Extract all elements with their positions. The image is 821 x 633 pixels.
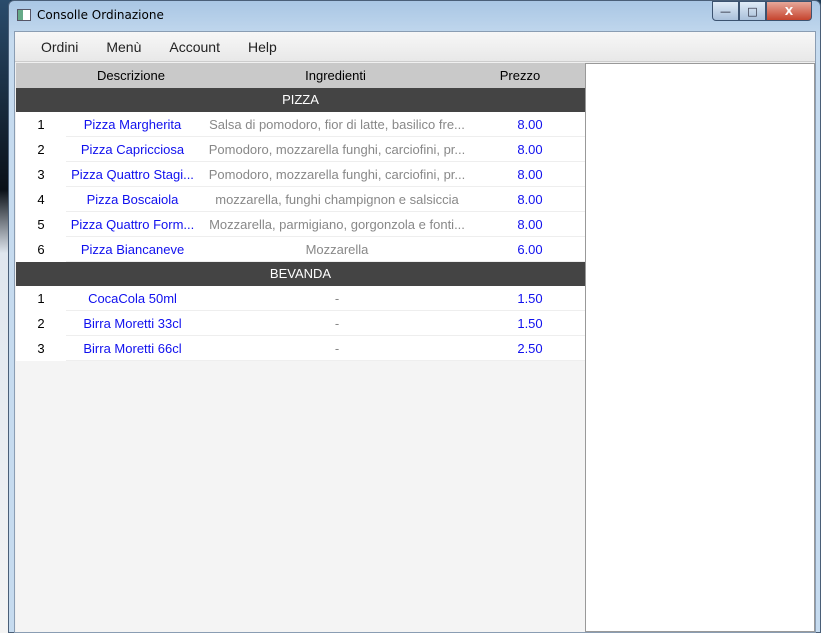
item-price: 1.50 xyxy=(475,286,585,311)
item-name: Birra Moretti 33cl xyxy=(66,311,199,336)
table-row[interactable]: 4 Pizza Boscaiola mozzarella, funghi champ… xyxy=(16,187,585,212)
table-row[interactable]: 6 Pizza Biancaneve Mozzarella 6.00 xyxy=(16,237,585,262)
item-ingredients: - xyxy=(199,336,475,361)
table-row[interactable]: 2 Pizza Capricciosa Pomodoro, mozzarella f… xyxy=(16,137,585,162)
item-index: 5 xyxy=(37,217,45,232)
group-header: PIZZA xyxy=(16,88,585,112)
item-price: 8.00 xyxy=(475,112,585,137)
table-row[interactable]: 2 Birra Moretti 33cl -1.50 xyxy=(16,311,585,336)
item-name: Birra Moretti 66cl xyxy=(66,336,199,361)
header-description[interactable]: Descrizione xyxy=(56,68,206,83)
item-ingredients: Mozzarella xyxy=(199,237,475,262)
table-row[interactable]: 3 Pizza Quattro Stagi... Pomodoro, mozzare… xyxy=(16,162,585,187)
menu-help[interactable]: Help xyxy=(234,39,291,55)
item-name: Pizza Quattro Stagi... xyxy=(66,162,199,187)
item-price: 6.00 xyxy=(475,237,585,262)
item-name: Pizza Margherita xyxy=(66,112,199,137)
item-index: 1 xyxy=(37,291,45,306)
table-header: Descrizione Ingredienti Prezzo xyxy=(16,63,585,88)
item-name: Pizza Quattro Form... xyxy=(66,212,199,237)
item-index: 4 xyxy=(37,192,45,207)
app-window: Consolle Ordinazione — □ X Ordini Menù A… xyxy=(8,0,821,633)
item-name: Pizza Capricciosa xyxy=(66,137,199,162)
group-header: BEVANDA xyxy=(16,262,585,286)
client-area: Ordini Menù Account Help Descrizione Ing… xyxy=(14,31,816,633)
item-price: 8.00 xyxy=(475,137,585,162)
header-price[interactable]: Prezzo xyxy=(465,68,575,83)
item-ingredients: - xyxy=(199,311,475,336)
item-name: Pizza Biancaneve xyxy=(66,237,199,262)
item-index: 6 xyxy=(37,242,45,257)
app-icon xyxy=(17,9,31,21)
menu-menu[interactable]: Menù xyxy=(92,39,155,55)
close-button[interactable]: X xyxy=(766,1,812,21)
title-bar: Consolle Ordinazione xyxy=(17,8,164,22)
item-index: 2 xyxy=(37,316,45,331)
item-name: CocaCola 50ml xyxy=(66,286,199,311)
table-row[interactable]: 1 CocaCola 50ml -1.50 xyxy=(16,286,585,311)
item-name: Pizza Boscaiola xyxy=(66,187,199,212)
menu-account[interactable]: Account xyxy=(155,39,234,55)
menu-ordini[interactable]: Ordini xyxy=(27,39,92,55)
item-ingredients: Mozzarella, parmigiano, gorgonzola e fon… xyxy=(199,212,475,237)
item-ingredients: mozzarella, funghi champignon e salsicci… xyxy=(199,187,475,212)
window-title: Consolle Ordinazione xyxy=(37,8,164,22)
item-ingredients: Pomodoro, mozzarella funghi, carciofini,… xyxy=(199,162,475,187)
item-price: 1.50 xyxy=(475,311,585,336)
item-index: 2 xyxy=(37,142,45,157)
item-index: 3 xyxy=(37,341,45,356)
item-ingredients: Pomodoro, mozzarella funghi, carciofini,… xyxy=(199,137,475,162)
item-price: 8.00 xyxy=(475,162,585,187)
menu-table: Descrizione Ingredienti Prezzo PIZZA 1 Piz… xyxy=(16,63,585,632)
order-panel xyxy=(585,63,815,632)
item-index: 1 xyxy=(37,117,45,132)
table-row[interactable]: 3 Birra Moretti 66cl -2.50 xyxy=(16,336,585,361)
item-price: 8.00 xyxy=(475,212,585,237)
table-row[interactable]: 5 Pizza Quattro Form... Mozzarella, parmig… xyxy=(16,212,585,237)
menu-bar: Ordini Menù Account Help xyxy=(15,32,815,62)
maximize-button[interactable]: □ xyxy=(739,1,766,21)
item-price: 8.00 xyxy=(475,187,585,212)
item-index: 3 xyxy=(37,167,45,182)
minimize-button[interactable]: — xyxy=(712,1,739,21)
table-row[interactable]: 1 Pizza Margherita Salsa di pomodoro, fior… xyxy=(16,112,585,137)
item-price: 2.50 xyxy=(475,336,585,361)
item-ingredients: Salsa di pomodoro, fior di latte, basili… xyxy=(199,112,475,137)
item-ingredients: - xyxy=(199,286,475,311)
header-ingredients[interactable]: Ingredienti xyxy=(206,68,465,83)
